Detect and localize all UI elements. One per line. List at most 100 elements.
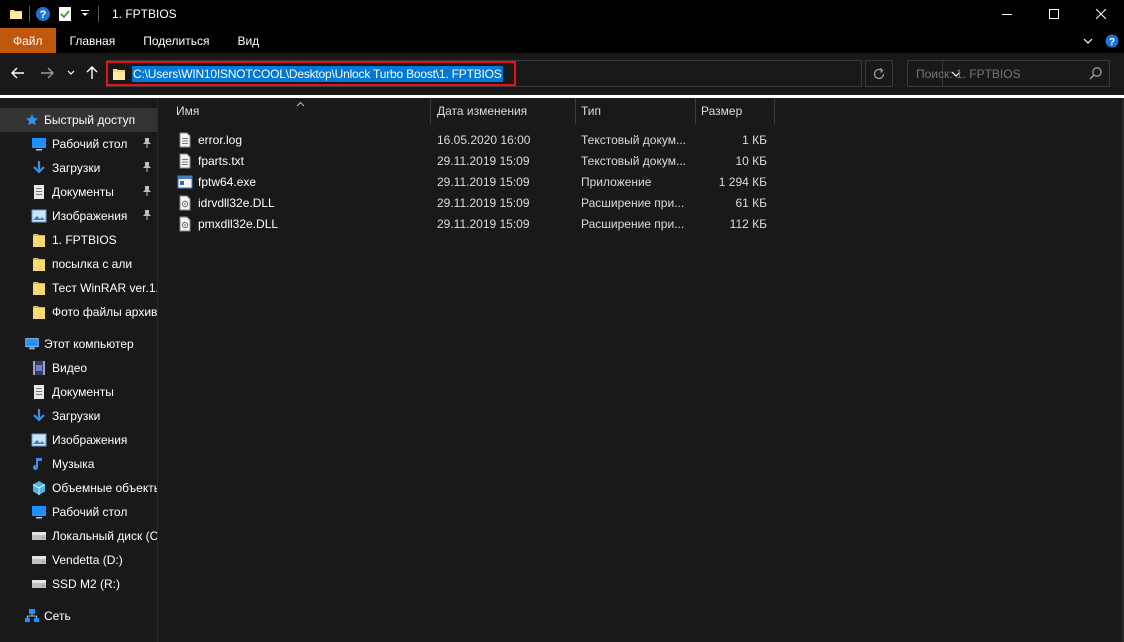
arrow-up-icon <box>86 66 98 79</box>
sidebar-item-label: Этот компьютер <box>44 337 134 351</box>
properties-icon[interactable] <box>57 6 73 22</box>
maximize-button[interactable] <box>1030 0 1077 28</box>
sidebar-item[interactable]: Быстрый доступ <box>0 108 157 132</box>
column-header-date[interactable]: Дата изменения <box>437 98 575 124</box>
file-name-cell[interactable]: fptw64.exe <box>177 171 427 192</box>
tab-view[interactable]: Вид <box>223 28 273 53</box>
back-button[interactable] <box>8 63 28 83</box>
file-row[interactable]: pmxdll32e.DLL 29.11.2019 15:09 Расширение … <box>158 213 1124 234</box>
sidebar-item-label: Рабочий стол <box>52 505 128 519</box>
sidebar-item-label: Сеть <box>44 609 71 623</box>
sidebar-item-label: Vendetta (D:) <box>52 553 123 567</box>
ribbon-right-controls: ? <box>1080 28 1120 53</box>
sidebar-item[interactable]: Тест WinRAR ver.1.5 <box>0 276 157 300</box>
column-header-type[interactable]: Тип <box>581 98 693 124</box>
up-button[interactable] <box>82 63 102 83</box>
close-button[interactable] <box>1077 0 1124 28</box>
documents-icon <box>31 384 47 400</box>
file-name-cell[interactable]: idrvdll32e.DLL <box>177 192 427 213</box>
sidebar-item[interactable]: Загрузки <box>0 156 157 180</box>
sidebar-item[interactable]: 1. FPTBIOS <box>0 228 157 252</box>
file-size: 10 КБ <box>735 153 767 168</box>
chevron-down-icon <box>1083 38 1093 44</box>
sidebar-item[interactable]: Сеть <box>0 604 157 628</box>
help-button[interactable]: ? <box>1104 33 1120 49</box>
sidebar-item[interactable]: Документы <box>0 380 157 404</box>
column-header-name[interactable]: Имя <box>176 98 426 124</box>
file-row[interactable]: error.log 16.05.2020 16:00 Текстовый докум… <box>158 129 1124 150</box>
folder-icon <box>8 6 24 22</box>
sidebar-item[interactable]: Рабочий стол <box>0 500 157 524</box>
star-icon <box>24 112 40 128</box>
refresh-icon <box>873 67 885 79</box>
chevron-down-icon <box>67 70 75 75</box>
computer-icon <box>24 336 40 352</box>
file-name-cell[interactable]: pmxdll32e.DLL <box>177 213 427 234</box>
file-name-cell[interactable]: fparts.txt <box>177 150 427 171</box>
sidebar-item[interactable]: Загрузки <box>0 404 157 428</box>
address-bar[interactable]: C:\Users\WIN10ISNOTCOOL\Desktop\Unlock T… <box>106 60 960 87</box>
arrow-left-icon <box>11 67 24 79</box>
file-size: 1 КБ <box>742 132 767 147</box>
tab-file[interactable]: Файл <box>0 28 56 53</box>
folder-icon <box>31 280 47 296</box>
file-row[interactable]: fparts.txt 29.11.2019 15:09 Текстовый доку… <box>158 150 1124 171</box>
file-row[interactable]: fptw64.exe 29.11.2019 15:09 Приложение 1 29… <box>158 171 1124 192</box>
customize-quick-access-icon[interactable] <box>77 6 93 22</box>
pictures-icon <box>31 208 47 224</box>
3d-objects-icon <box>31 480 47 496</box>
sidebar-item-label: посылка с али <box>52 257 133 271</box>
sidebar-item[interactable]: Локальный диск (C:) <box>0 524 157 548</box>
column-divider[interactable] <box>575 98 576 124</box>
sidebar-item-label: Тест WinRAR ver.1.5 <box>52 281 157 295</box>
file-row[interactable]: idrvdll32e.DLL 29.11.2019 15:09 Расширение… <box>158 192 1124 213</box>
sidebar-item[interactable]: Видео <box>0 356 157 380</box>
column-divider[interactable] <box>430 98 431 124</box>
file-name: error.log <box>198 132 243 147</box>
search-box[interactable] <box>907 60 1110 87</box>
recent-locations-button[interactable] <box>61 63 81 83</box>
tab-share[interactable]: Поделиться <box>129 28 223 53</box>
dll-file-icon <box>177 195 193 211</box>
search-input[interactable] <box>916 66 1086 81</box>
file-name: pmxdll32e.DLL <box>198 216 279 231</box>
expand-ribbon-button[interactable] <box>1080 33 1096 49</box>
help-icon[interactable]: ? <box>35 6 51 22</box>
sidebar-item[interactable]: Изображения <box>0 428 157 452</box>
maximize-icon <box>1048 9 1059 19</box>
navigation-pane: Быстрый доступ Рабочий стол Загрузки Докуме… <box>0 98 157 642</box>
file-name-cell[interactable]: error.log <box>177 129 427 150</box>
column-divider[interactable] <box>774 98 775 124</box>
sidebar-item[interactable]: Фото файлы архив <box>0 300 157 324</box>
tab-home[interactable]: Главная <box>56 28 130 53</box>
arrow-right-icon <box>41 67 54 79</box>
sidebar-item[interactable]: Vendetta (D:) <box>0 548 157 572</box>
minimize-icon <box>1001 14 1012 15</box>
refresh-button[interactable] <box>865 60 893 87</box>
sidebar-item-label: Объемные объекты <box>52 481 157 495</box>
file-type: Расширение при... <box>581 216 685 231</box>
pictures-icon <box>31 432 47 448</box>
sidebar-item[interactable]: Объемные объекты <box>0 476 157 500</box>
sidebar-item[interactable]: Рабочий стол <box>0 132 157 156</box>
column-divider[interactable] <box>695 98 696 124</box>
sidebar-item-label: Документы <box>52 185 114 199</box>
address-path[interactable]: C:\Users\WIN10ISNOTCOOL\Desktop\Unlock T… <box>132 65 503 82</box>
download-icon <box>31 160 47 176</box>
drive-icon <box>31 552 47 568</box>
folder-icon <box>31 304 47 320</box>
sidebar-item[interactable]: Этот компьютер <box>0 332 157 356</box>
sidebar-item[interactable]: Документы <box>0 180 157 204</box>
forward-button[interactable] <box>37 63 57 83</box>
column-header-size[interactable]: Размер <box>701 98 771 124</box>
sidebar-item[interactable]: посылка с али <box>0 252 157 276</box>
network-icon <box>24 608 40 624</box>
drive-icon <box>31 576 47 592</box>
sidebar-item[interactable]: SSD M2 (R:) <box>0 572 157 596</box>
minimize-button[interactable] <box>983 0 1030 28</box>
sidebar-item[interactable]: Изображения <box>0 204 157 228</box>
sidebar-item[interactable]: Музыка <box>0 452 157 476</box>
svg-text:?: ? <box>1109 37 1115 48</box>
title-bar: ? 1. FPTBIOS <box>0 0 1124 28</box>
file-name: fptw64.exe <box>198 174 257 189</box>
